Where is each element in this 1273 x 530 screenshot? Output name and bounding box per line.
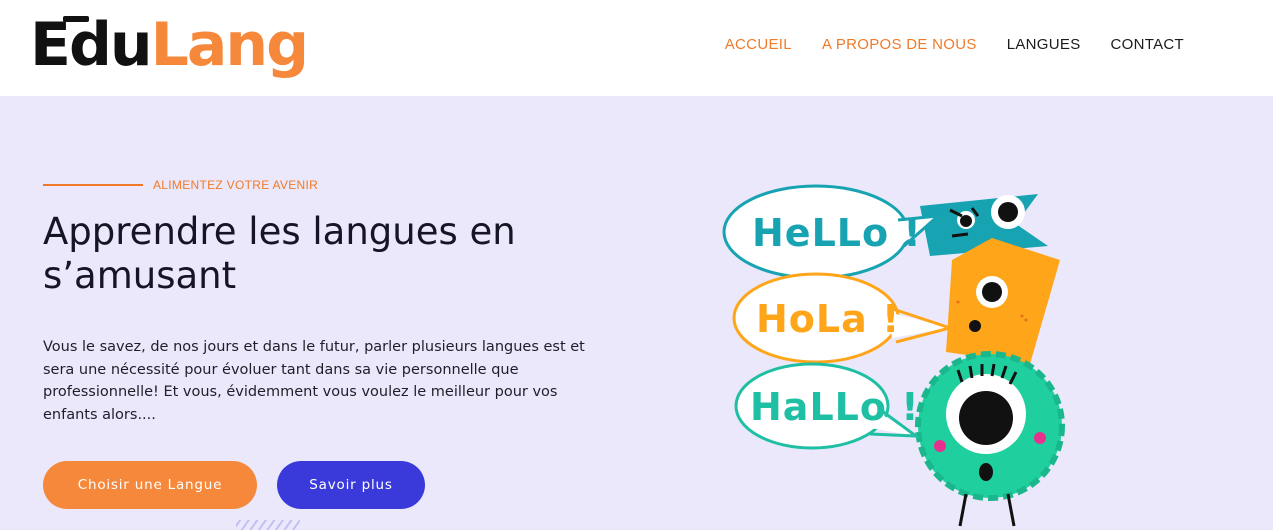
- choose-language-button[interactable]: Choisir une Langue: [43, 461, 257, 509]
- hello-speech-bubble: HeLLo !: [722, 184, 943, 280]
- eyebrow-text: ALIMENTEZ VOTRE AVENIR: [153, 178, 319, 192]
- decorative-stripes: [236, 520, 300, 530]
- logo-text-lang: Lang: [150, 10, 309, 80]
- nav-item-a-propos[interactable]: A PROPOS DE NOUS: [822, 36, 977, 53]
- green-fuzzy-monster: [915, 351, 1065, 527]
- site-header: Edu Lang ACCUEIL A PROPOS DE NOUS LANGUES…: [0, 0, 1273, 96]
- hero-eyebrow: ALIMENTEZ VOTRE AVENIR: [43, 178, 318, 192]
- nav-item-contact[interactable]: CONTACT: [1111, 36, 1184, 53]
- nav-item-langues[interactable]: LANGUES: [1007, 36, 1081, 53]
- nav-item-accueil[interactable]: ACCUEIL: [725, 36, 792, 53]
- learn-more-button[interactable]: Savoir plus: [277, 461, 425, 509]
- main-nav: ACCUEIL A PROPOS DE NOUS LANGUES CONTACT: [725, 36, 1184, 53]
- hola-speech-bubble: HoLa !: [732, 272, 956, 364]
- monsters-svg: HeLLo ! HoLa ! HaLLo !: [722, 184, 1065, 527]
- language-monsters-illustration: HeLLo ! HoLa ! HaLLo !: [720, 176, 1080, 530]
- bubble-hola-text: HoLa !: [756, 297, 900, 341]
- bubble-hello-text: HeLLo !: [752, 211, 922, 255]
- logo-text-edu: Edu: [30, 10, 153, 80]
- bubble-hallo-text: HaLLo !: [750, 385, 920, 429]
- logo-accent-bar: [63, 16, 89, 22]
- hero-section: ALIMENTEZ VOTRE AVENIR Apprendre les lan…: [0, 96, 1273, 530]
- edulang-logo[interactable]: Edu Lang: [30, 4, 309, 86]
- hero-title: Apprendre les langues en s’amusant: [43, 210, 516, 297]
- hero-description: Vous le savez, de nos jours et dans le f…: [43, 339, 585, 423]
- hallo-speech-bubble: HaLLo !: [734, 362, 921, 450]
- eyebrow-divider: [43, 184, 143, 186]
